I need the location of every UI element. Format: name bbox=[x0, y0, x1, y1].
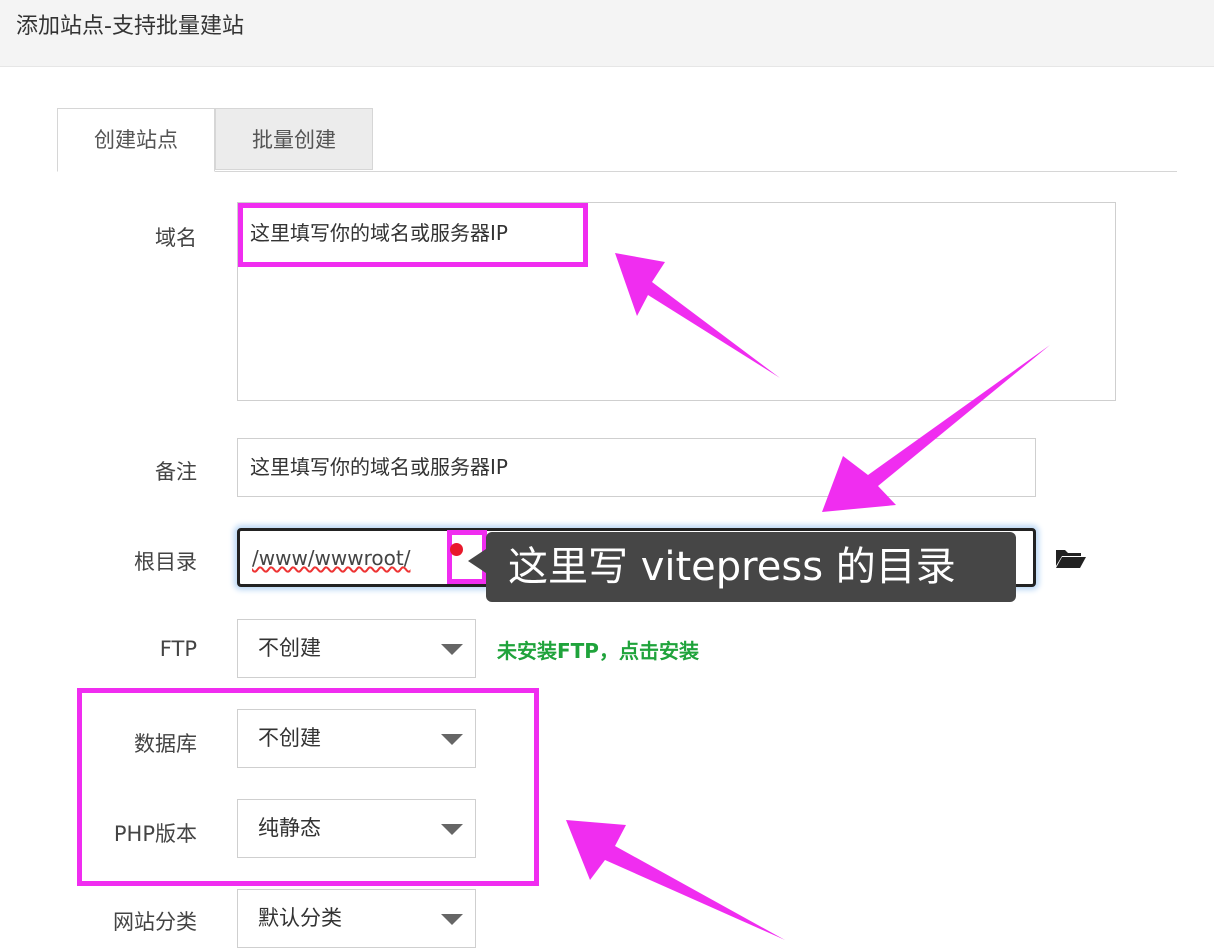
dialog-header: 添加站点-支持批量建站 bbox=[0, 0, 1214, 67]
root-dir-value: /www/wwwroot/ bbox=[252, 546, 411, 570]
install-ftp-link[interactable]: 未安装FTP，点击安装 bbox=[497, 635, 699, 664]
folder-open-icon[interactable] bbox=[1055, 547, 1087, 569]
arrow-to-php bbox=[566, 820, 785, 940]
caret-down-icon bbox=[441, 914, 463, 925]
caret-down-icon bbox=[441, 644, 463, 655]
annotation-tooltip: 这里写 vitepress 的目录 bbox=[486, 532, 1016, 602]
domain-highlight-box bbox=[238, 203, 588, 267]
tab-create-site[interactable]: 创建站点 bbox=[57, 108, 215, 172]
ftp-label: FTP bbox=[159, 637, 197, 661]
tooltip-arrow bbox=[468, 549, 486, 573]
category-select[interactable]: 默认分类 bbox=[237, 889, 476, 948]
category-selected: 默认分类 bbox=[258, 906, 342, 930]
dialog-title: 添加站点-支持批量建站 bbox=[16, 14, 244, 39]
ftp-select[interactable]: 不创建 bbox=[237, 619, 476, 678]
category-label: 网站分类 bbox=[113, 910, 197, 934]
tab-batch-create[interactable]: 批量创建 bbox=[215, 108, 373, 170]
root-dir-label: 根目录 bbox=[134, 550, 197, 574]
ftp-selected: 不创建 bbox=[258, 636, 321, 660]
remark-input[interactable]: 这里填写你的域名或服务器IP bbox=[237, 438, 1036, 497]
db-php-highlight-box bbox=[77, 688, 539, 886]
remark-label: 备注 bbox=[155, 460, 197, 484]
tab-bar: 创建站点 批量创建 bbox=[57, 108, 1177, 172]
domain-label: 域名 bbox=[155, 226, 197, 250]
cursor-dot bbox=[450, 543, 463, 556]
